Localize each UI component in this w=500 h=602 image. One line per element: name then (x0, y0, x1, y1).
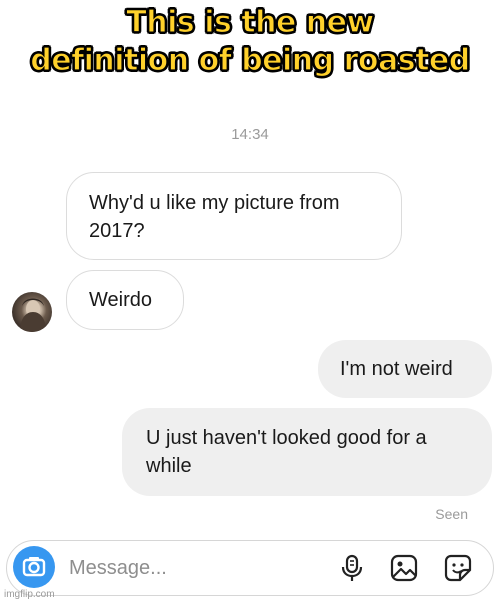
camera-icon (22, 557, 46, 577)
message-input[interactable]: Message... (69, 555, 167, 581)
gallery-icon[interactable] (389, 553, 419, 583)
message-text: Weirdo (89, 289, 152, 311)
microphone-icon[interactable] (337, 553, 367, 583)
avatar-photo-icon (20, 298, 46, 332)
incoming-message-bubble[interactable]: Why'd u like my picture from 2017? (66, 172, 402, 260)
meme-caption: This is the new definition of being roas… (0, 4, 500, 80)
meme-caption-line-1: This is the new (126, 4, 375, 40)
message-text-line: 2017? (89, 220, 145, 242)
sender-avatar[interactable] (12, 292, 52, 332)
message-timestamp: 14:34 (231, 126, 269, 143)
imgflip-watermark: imgflip.com (4, 589, 55, 600)
message-text-line: while (146, 455, 192, 477)
outgoing-message-bubble[interactable]: U just haven't looked good for a while (122, 408, 492, 496)
meme-caption-line-2: definition of being roasted (30, 42, 471, 78)
message-text: I'm not weird (340, 358, 453, 380)
seen-status: Seen (435, 506, 468, 522)
message-composer: Message... (6, 540, 494, 596)
message-text-line: U just haven't looked good for a (146, 427, 427, 449)
incoming-message-bubble[interactable]: Weirdo (66, 270, 184, 330)
sticker-icon[interactable] (443, 553, 473, 583)
camera-button[interactable] (13, 546, 55, 588)
outgoing-message-bubble[interactable]: I'm not weird (318, 340, 492, 398)
message-text-line: Why'd u like my picture from (89, 192, 340, 214)
